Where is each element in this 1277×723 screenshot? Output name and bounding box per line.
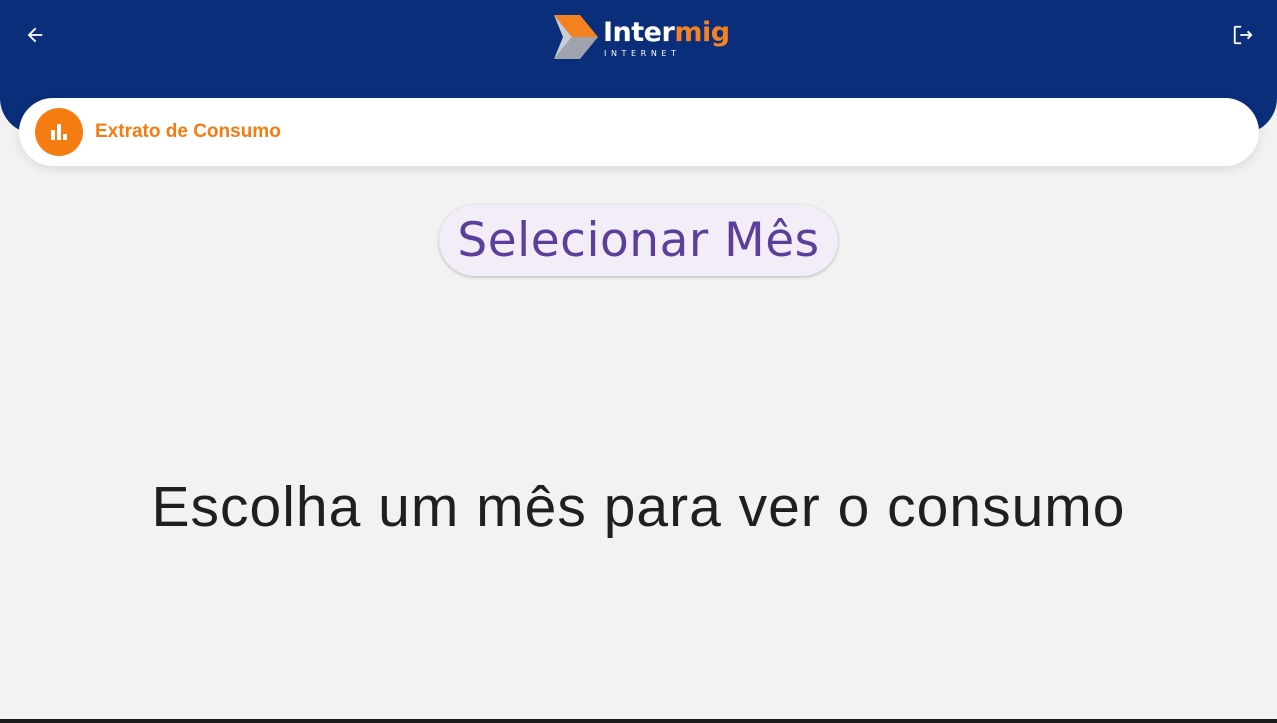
logout-button[interactable] <box>1226 18 1260 52</box>
bar-chart-icon <box>51 124 67 140</box>
page-title-card: Extrato de Consumo <box>19 98 1259 166</box>
logo-word-inter: Inter <box>603 17 675 48</box>
bottom-divider <box>0 719 1277 723</box>
logo-wordmark: Intermig <box>603 17 730 49</box>
title-icon-badge <box>35 108 83 156</box>
logo-subtitle: INTERNET <box>604 49 681 58</box>
select-month-button[interactable]: Selecionar Mês <box>439 205 838 276</box>
logo-mark-icon <box>554 15 598 59</box>
logout-icon <box>1233 25 1253 45</box>
logo-word-mig: mig <box>674 17 730 48</box>
page-title: Extrato de Consumo <box>95 121 281 142</box>
intermig-logo: Intermig INTERNET <box>554 14 730 62</box>
empty-state-message: Escolha um mês para ver o consumo <box>151 475 1126 539</box>
app-screen: Intermig INTERNET Extrato de Consumo Sel… <box>0 0 1277 723</box>
select-month-label: Selecionar Mês <box>457 213 820 268</box>
arrow-left-icon <box>27 27 43 43</box>
back-button[interactable] <box>18 18 52 52</box>
